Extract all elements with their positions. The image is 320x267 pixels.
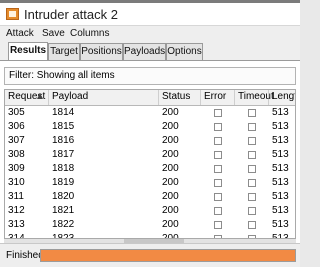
column-header-timeout[interactable]: Timeout	[235, 90, 274, 105]
cell-payload: 1818	[52, 163, 75, 174]
cell-status: 200	[162, 177, 179, 188]
cell-payload: 1823	[52, 233, 75, 239]
cell-request: 310	[8, 177, 25, 188]
cell-request: 306	[8, 121, 25, 132]
timeout-checkbox	[248, 109, 256, 117]
cell-payload: 1822	[52, 219, 75, 230]
cell-payload: 1819	[52, 177, 75, 188]
cell-length: 513	[272, 121, 289, 132]
error-checkbox	[214, 207, 222, 215]
menu-columns[interactable]: Columns	[70, 28, 109, 39]
cell-length: 513	[272, 233, 289, 239]
cell-status: 200	[162, 135, 179, 146]
cell-status: 200	[162, 233, 179, 239]
error-checkbox	[214, 123, 222, 131]
error-checkbox	[214, 151, 222, 159]
table-row[interactable]: 306 1815 200 513	[5, 120, 295, 134]
error-checkbox	[214, 221, 222, 229]
cell-status: 200	[162, 219, 179, 230]
error-checkbox	[214, 109, 222, 117]
tab-bar: Results Target Positions Payloads Option…	[0, 42, 300, 60]
table-row[interactable]: 309 1818 200 513	[5, 162, 295, 176]
timeout-checkbox	[248, 221, 256, 229]
table-row[interactable]: 310 1819 200 513	[5, 176, 295, 190]
cell-request: 307	[8, 135, 25, 146]
timeout-checkbox	[248, 137, 256, 145]
results-panel: Filter: Showing all items Request Payloa…	[0, 60, 300, 243]
results-table: Request Payload Status Error Timeout Len…	[4, 89, 296, 239]
timeout-checkbox	[248, 193, 256, 201]
cell-payload: 1821	[52, 205, 75, 216]
cell-request: 311	[8, 191, 24, 202]
table-row[interactable]: 305 1814 200 513	[5, 106, 295, 120]
menu-bar: Attack Save Columns	[0, 26, 300, 42]
cell-length: 513	[272, 149, 289, 160]
table-row[interactable]: 308 1817 200 513	[5, 148, 295, 162]
cell-status: 200	[162, 191, 179, 202]
progress-fill	[41, 250, 295, 261]
tab-options[interactable]: Options	[166, 43, 203, 60]
column-header-request[interactable]: Request	[5, 90, 49, 105]
cell-length: 513	[272, 219, 289, 230]
timeout-checkbox	[248, 179, 256, 187]
table-row[interactable]: 314 1823 200 513	[5, 232, 295, 239]
cell-payload: 1815	[52, 121, 75, 132]
timeout-checkbox	[248, 151, 256, 159]
cell-request: 309	[8, 163, 25, 174]
error-checkbox	[214, 137, 222, 145]
error-checkbox	[214, 179, 222, 187]
timeout-checkbox	[248, 207, 256, 215]
cell-length: 513	[272, 191, 289, 202]
cell-request: 308	[8, 149, 25, 160]
table-header: Request Payload Status Error Timeout Len…	[5, 90, 295, 106]
cell-request: 314	[8, 233, 25, 239]
column-header-payload[interactable]: Payload	[49, 90, 159, 105]
cell-status: 200	[162, 205, 179, 216]
cell-payload: 1820	[52, 191, 75, 202]
error-checkbox	[214, 165, 222, 173]
cell-request: 312	[8, 205, 25, 216]
menu-attack[interactable]: Attack	[6, 28, 34, 39]
status-text: Finished	[6, 250, 44, 261]
tab-target[interactable]: Target	[48, 43, 80, 60]
column-header-length[interactable]: Length	[269, 90, 295, 105]
cell-request: 313	[8, 219, 25, 230]
cell-length: 513	[272, 177, 289, 188]
status-bar: Finished	[0, 243, 300, 267]
sort-ascending-icon	[37, 93, 43, 99]
tab-results[interactable]: Results	[8, 42, 48, 60]
table-row[interactable]: 311 1820 200 513	[5, 190, 295, 204]
cell-payload: 1814	[52, 107, 75, 118]
cell-length: 513	[272, 107, 289, 118]
cell-status: 200	[162, 107, 179, 118]
filter-bar[interactable]: Filter: Showing all items	[4, 67, 296, 85]
column-header-error[interactable]: Error	[201, 90, 235, 105]
menu-save[interactable]: Save	[42, 28, 65, 39]
timeout-checkbox	[248, 123, 256, 131]
window-titlebar[interactable]: Intruder attack 2	[0, 3, 300, 26]
table-row[interactable]: 313 1822 200 513	[5, 218, 295, 232]
tab-positions[interactable]: Positions	[80, 43, 123, 60]
table-row[interactable]: 307 1816 200 513	[5, 134, 295, 148]
table-row[interactable]: 312 1821 200 513	[5, 204, 295, 218]
table-body: 305 1814 200 513 306 1815 200 513 307 1816 200 513 3…	[5, 106, 295, 239]
cell-payload: 1816	[52, 135, 75, 146]
window-title: Intruder attack 2	[24, 7, 118, 22]
cell-status: 200	[162, 121, 179, 132]
column-header-status[interactable]: Status	[159, 90, 201, 105]
cell-status: 200	[162, 149, 179, 160]
cell-request: 305	[8, 107, 25, 118]
cell-status: 200	[162, 163, 179, 174]
cell-length: 513	[272, 205, 289, 216]
cell-length: 513	[272, 135, 289, 146]
tab-payloads[interactable]: Payloads	[123, 43, 166, 60]
burp-app-icon	[6, 8, 19, 20]
cell-length: 513	[272, 163, 289, 174]
timeout-checkbox	[248, 165, 256, 173]
progress-bar	[40, 249, 296, 262]
error-checkbox	[214, 193, 222, 201]
cell-payload: 1817	[52, 149, 75, 160]
